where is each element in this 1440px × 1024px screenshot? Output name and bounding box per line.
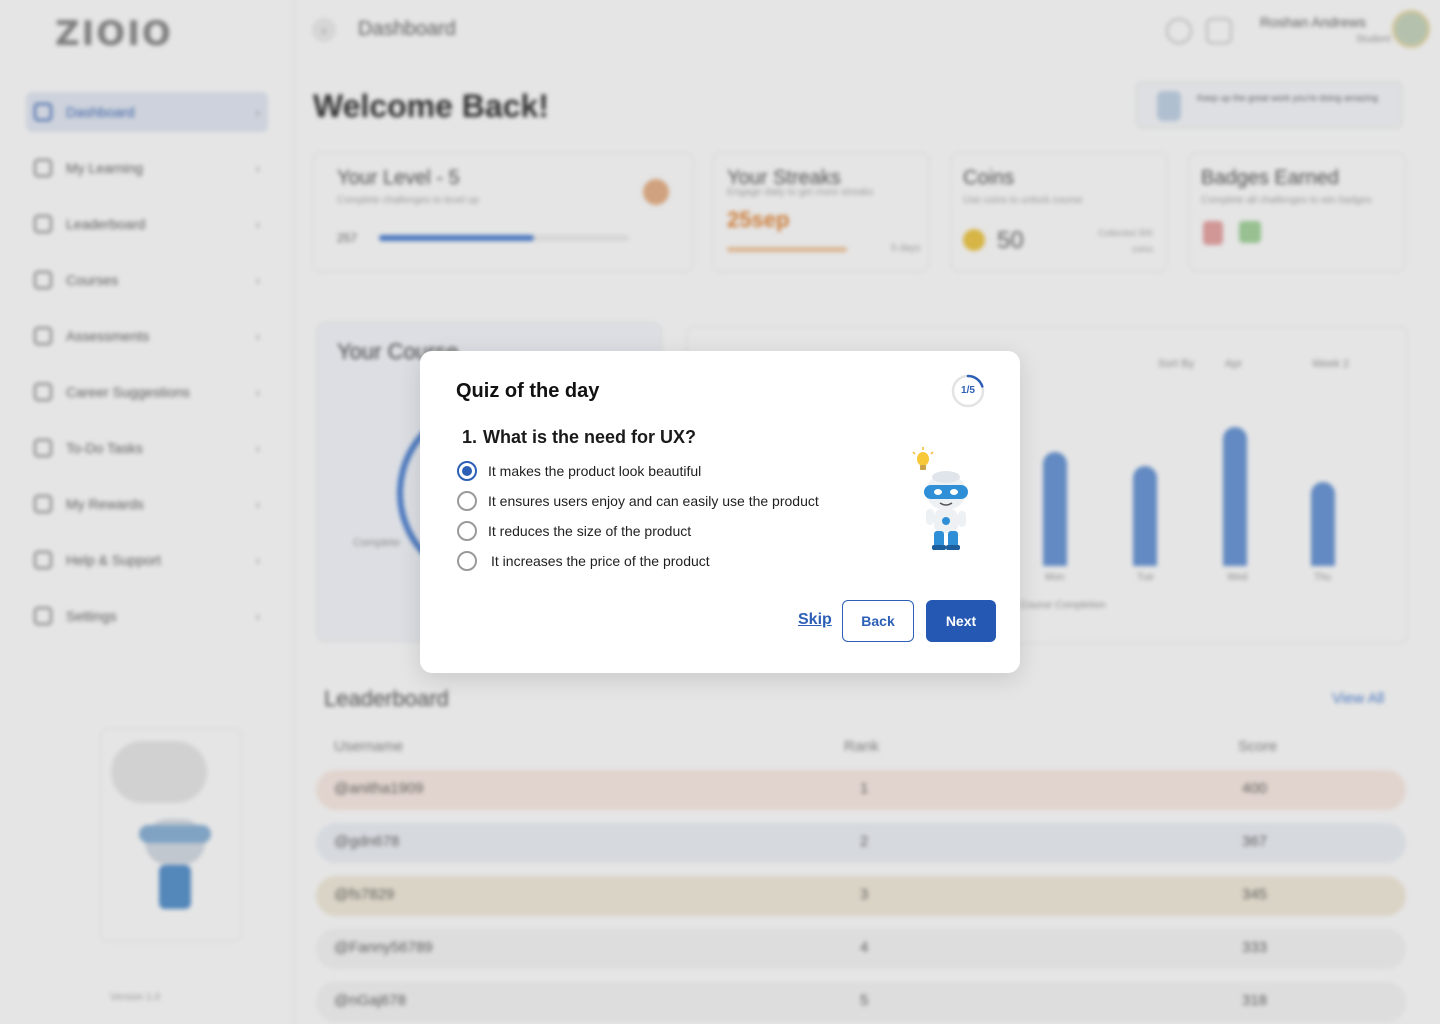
radio-button[interactable] — [457, 551, 477, 571]
answer-option[interactable]: It ensures users enjoy and can easily us… — [457, 486, 819, 516]
quiz-question: 1. What is the need for UX? — [462, 427, 696, 448]
answer-label: It reduces the size of the product — [488, 523, 692, 539]
answer-label: It increases the price of the product — [491, 553, 710, 569]
radio-button[interactable] — [457, 491, 477, 511]
answer-options: It makes the product look beautiful It e… — [457, 456, 819, 576]
radio-button[interactable] — [457, 521, 477, 541]
quiz-modal: Quiz of the day 1/5 1. What is the need f… — [420, 351, 1020, 673]
question-text: What is the need for UX? — [483, 427, 697, 447]
answer-label: It makes the product look beautiful — [488, 463, 702, 479]
back-button[interactable]: Back — [842, 600, 914, 642]
quiz-progress-ring: 1/5 — [951, 374, 985, 408]
skip-link[interactable]: Skip — [798, 611, 832, 629]
question-number: 1. — [462, 427, 478, 447]
radio-button[interactable] — [457, 461, 477, 481]
quiz-title: Quiz of the day — [456, 380, 600, 402]
next-button[interactable]: Next — [926, 600, 996, 642]
answer-option[interactable]: It reduces the size of the product — [457, 516, 819, 546]
mascot-thinking-icon — [908, 447, 978, 551]
quiz-progress-label: 1/5 — [961, 385, 975, 396]
answer-option[interactable]: It makes the product look beautiful — [457, 456, 819, 486]
answer-option[interactable]: It increases the price of the product — [457, 546, 819, 576]
answer-label: It ensures users enjoy and can easily us… — [488, 493, 819, 509]
